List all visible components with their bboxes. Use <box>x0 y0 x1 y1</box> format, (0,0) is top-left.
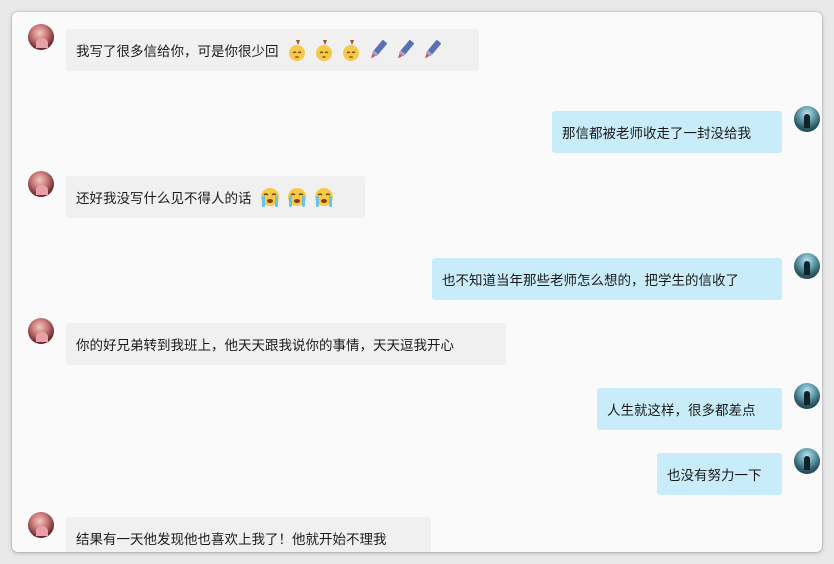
shy-face-icon <box>312 38 336 62</box>
message-bubble-outgoing[interactable]: 也没有努力一下 <box>657 453 782 495</box>
message-bubble-incoming[interactable]: 结果有一天他发现他也喜欢上我了！他就开始不理我 <box>66 517 431 552</box>
message-text: 那信都被老师收走了一封没给我 <box>562 126 751 142</box>
contact-avatar[interactable] <box>28 512 54 538</box>
knife-icon <box>393 38 417 62</box>
emoji-group <box>255 185 336 209</box>
self-avatar[interactable] <box>794 448 820 474</box>
contact-avatar[interactable] <box>28 171 54 197</box>
message-bubble-incoming[interactable]: 你的好兄弟转到我班上，他天天跟我说你的事情，天天逗我开心 <box>66 323 506 365</box>
shy-face-icon <box>339 38 363 62</box>
message-bubble-incoming[interactable]: 还好我没写什么见不得人的话 <box>66 176 365 218</box>
message-text: 也没有努力一下 <box>667 468 762 484</box>
chat-window: 我写了很多信给你，可是你很少回 那信都被老师收走了一封没给我 还好我没写什么见不… <box>12 12 822 552</box>
message-bubble-outgoing[interactable]: 人生就这样，很多都差点 <box>597 388 782 430</box>
message-text: 也不知道当年那些老师怎么想的，把学生的信收了 <box>442 273 739 289</box>
self-avatar[interactable] <box>794 383 820 409</box>
emoji-group <box>282 38 444 62</box>
contact-avatar[interactable] <box>28 318 54 344</box>
crying-face-icon <box>285 185 309 209</box>
message-bubble-outgoing[interactable]: 也不知道当年那些老师怎么想的，把学生的信收了 <box>432 258 782 300</box>
message-text: 你的好兄弟转到我班上，他天天跟我说你的事情，天天逗我开心 <box>76 338 454 354</box>
contact-avatar[interactable] <box>28 24 54 50</box>
message-text: 我写了很多信给你，可是你很少回 <box>76 44 279 60</box>
message-text: 人生就这样，很多都差点 <box>607 403 756 419</box>
message-text: 还好我没写什么见不得人的话 <box>76 191 252 207</box>
message-bubble-outgoing[interactable]: 那信都被老师收走了一封没给我 <box>552 111 782 153</box>
knife-icon <box>366 38 390 62</box>
self-avatar[interactable] <box>794 253 820 279</box>
message-bubble-incoming[interactable]: 我写了很多信给你，可是你很少回 <box>66 29 479 71</box>
self-avatar[interactable] <box>794 106 820 132</box>
shy-face-icon <box>285 38 309 62</box>
crying-face-icon <box>258 185 282 209</box>
knife-icon <box>420 38 444 62</box>
message-text: 结果有一天他发现他也喜欢上我了！他就开始不理我 <box>76 532 387 548</box>
crying-face-icon <box>312 185 336 209</box>
